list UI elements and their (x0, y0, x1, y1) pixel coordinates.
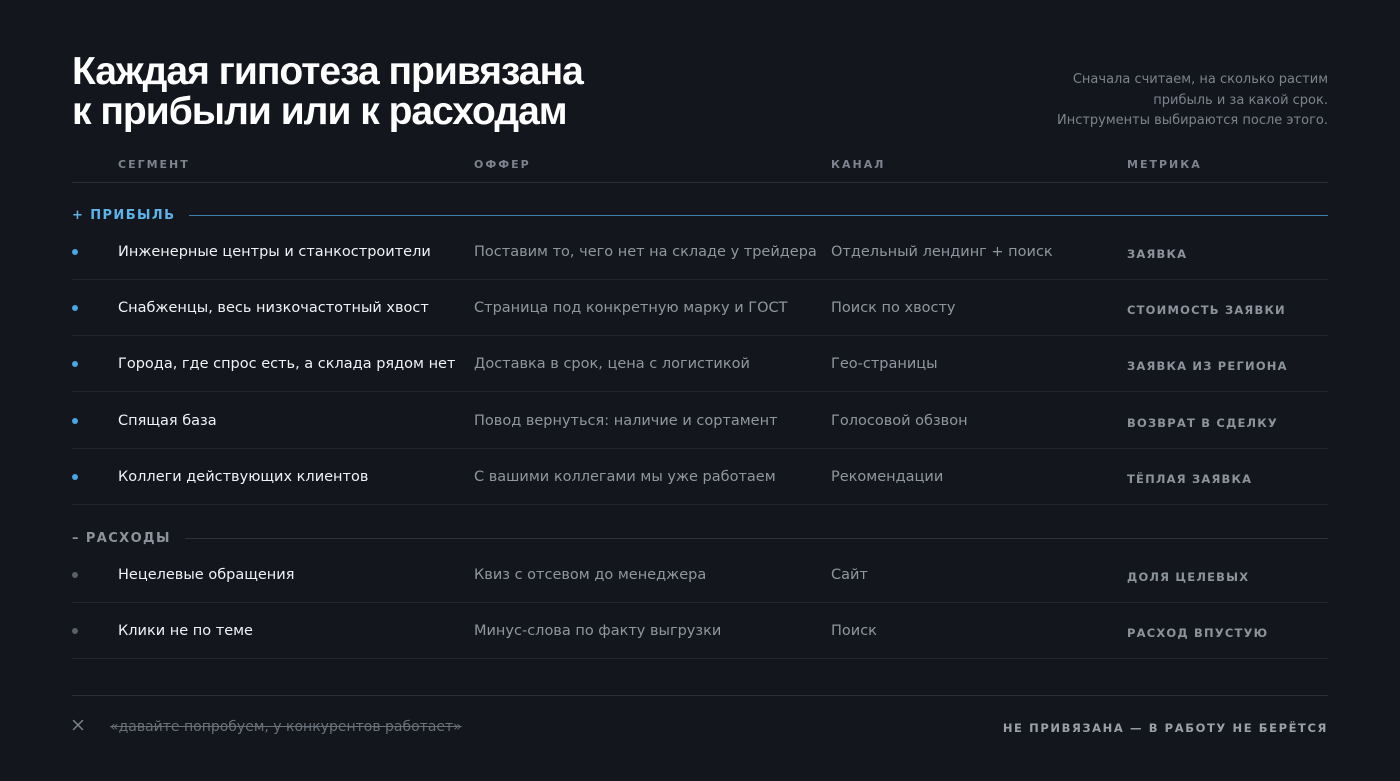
cell-segment: Нецелевые обращения (118, 567, 295, 583)
title-line-2: к прибыли или к расходам (72, 90, 568, 133)
cell-segment: Города, где спрос есть, а склада рядом н… (118, 356, 456, 372)
cell-offer: Поставим то, чего нет на складе у трейде… (474, 244, 817, 260)
cell-offer: С вашими коллегами мы уже работаем (474, 469, 776, 485)
cell-segment: Снабженцы, весь низкочастотный хвост (118, 300, 429, 316)
table-row: Клики не по теме Минус-слова по факту вы… (72, 603, 1328, 659)
rejected-quote: «давайте попробуем, у конкурентов работа… (110, 719, 462, 735)
table-row: Инженерные центры и станкостроители Пост… (72, 224, 1328, 280)
group-label-profit: + ПРИБЫЛЬ (72, 205, 1328, 225)
cell-channel: Рекомендации (831, 469, 944, 485)
bullet-dot-icon (72, 418, 78, 424)
footer: «давайте попробуем, у конкурентов работа… (72, 695, 1328, 755)
cell-metric: ЗАЯВКА (1127, 247, 1188, 261)
cell-channel: Поиск по хвосту (831, 300, 956, 316)
subtitle: Сначала считаем, на сколько растим прибы… (1057, 70, 1328, 132)
bullet-dot-icon (72, 361, 78, 367)
group-divider (184, 537, 1328, 539)
column-header-metric: МЕТРИКА (1127, 158, 1202, 171)
cell-channel: Гео-страницы (831, 356, 938, 372)
cell-channel: Сайт (831, 567, 868, 583)
cell-channel: Отдельный лендинг + поиск (831, 244, 1053, 260)
group-divider (189, 214, 1328, 216)
cell-offer: Доставка в срок, цена с логистикой (474, 356, 750, 372)
cell-segment: Спящая база (118, 413, 217, 429)
group-title-profit: + ПРИБЫЛЬ (72, 207, 176, 223)
page-title: Каждая гипотеза привязана к прибыли или … (72, 50, 584, 133)
column-header-channel: КАНАЛ (831, 158, 886, 171)
cell-segment: Инженерные центры и станкостроители (118, 244, 431, 260)
cell-segment: Коллеги действующих клиентов (118, 469, 369, 485)
bullet-dot-icon (72, 249, 78, 255)
cell-metric: ЗАЯВКА ИЗ РЕГИОНА (1127, 359, 1288, 373)
cell-channel: Голосовой обзвон (831, 413, 968, 429)
table-row: Города, где спрос есть, а склада рядом н… (72, 336, 1328, 392)
close-icon (72, 719, 84, 731)
cell-offer: Квиз с отсевом до менеджера (474, 567, 707, 583)
table-row: Нецелевые обращения Квиз с отсевом до ме… (72, 547, 1328, 603)
table-row: Снабженцы, весь низкочастотный хвост Стр… (72, 280, 1328, 336)
bullet-dot-icon (72, 572, 78, 578)
group-title-cost: – РАСХОДЫ (72, 530, 171, 546)
cell-offer: Повод вернуться: наличие и сортамент (474, 413, 778, 429)
cell-segment: Клики не по теме (118, 623, 253, 639)
cell-metric: ТЁПЛАЯ ЗАЯВКА (1127, 472, 1253, 486)
bullet-dot-icon (72, 628, 78, 634)
bullet-dot-icon (72, 474, 78, 480)
title-line-1: Каждая гипотеза привязана (72, 50, 584, 93)
column-header-segment: СЕГМЕНТ (118, 158, 190, 171)
cell-offer: Минус-слова по факту выгрузки (474, 623, 722, 639)
slide: Каждая гипотеза привязана к прибыли или … (0, 0, 1400, 781)
cell-metric: РАСХОД ВПУСТУЮ (1127, 626, 1269, 640)
subtitle-line-3: Инструменты выбираются после этого. (1056, 113, 1328, 128)
cell-metric: СТОИМОСТЬ ЗАЯВКИ (1127, 303, 1286, 317)
footer-note: НЕ ПРИВЯЗАНА — В РАБОТУ НЕ БЕРЁТСЯ (1002, 721, 1328, 735)
cell-channel: Поиск (831, 623, 877, 639)
group-label-cost: – РАСХОДЫ (72, 528, 1328, 548)
cell-metric: ВОЗВРАТ В СДЕЛКУ (1127, 416, 1278, 430)
table-header: СЕГМЕНТ ОФФЕР КАНАЛ МЕТРИКА (72, 152, 1328, 183)
subtitle-line-1: Сначала считаем, на сколько растим (1072, 72, 1328, 87)
subtitle-line-2: прибыль и за какой срок. (1153, 92, 1328, 108)
cell-offer: Страница под конкретную марку и ГОСТ (474, 300, 788, 316)
header: Каждая гипотеза привязана к прибыли или … (72, 52, 1328, 142)
bullet-dot-icon (72, 305, 78, 311)
table-row: Коллеги действующих клиентов С вашими ко… (72, 449, 1328, 505)
cell-metric: ДОЛЯ ЦЕЛЕВЫХ (1127, 570, 1250, 584)
column-header-offer: ОФФЕР (474, 158, 531, 171)
table-row: Спящая база Повод вернуться: наличие и с… (72, 393, 1328, 449)
